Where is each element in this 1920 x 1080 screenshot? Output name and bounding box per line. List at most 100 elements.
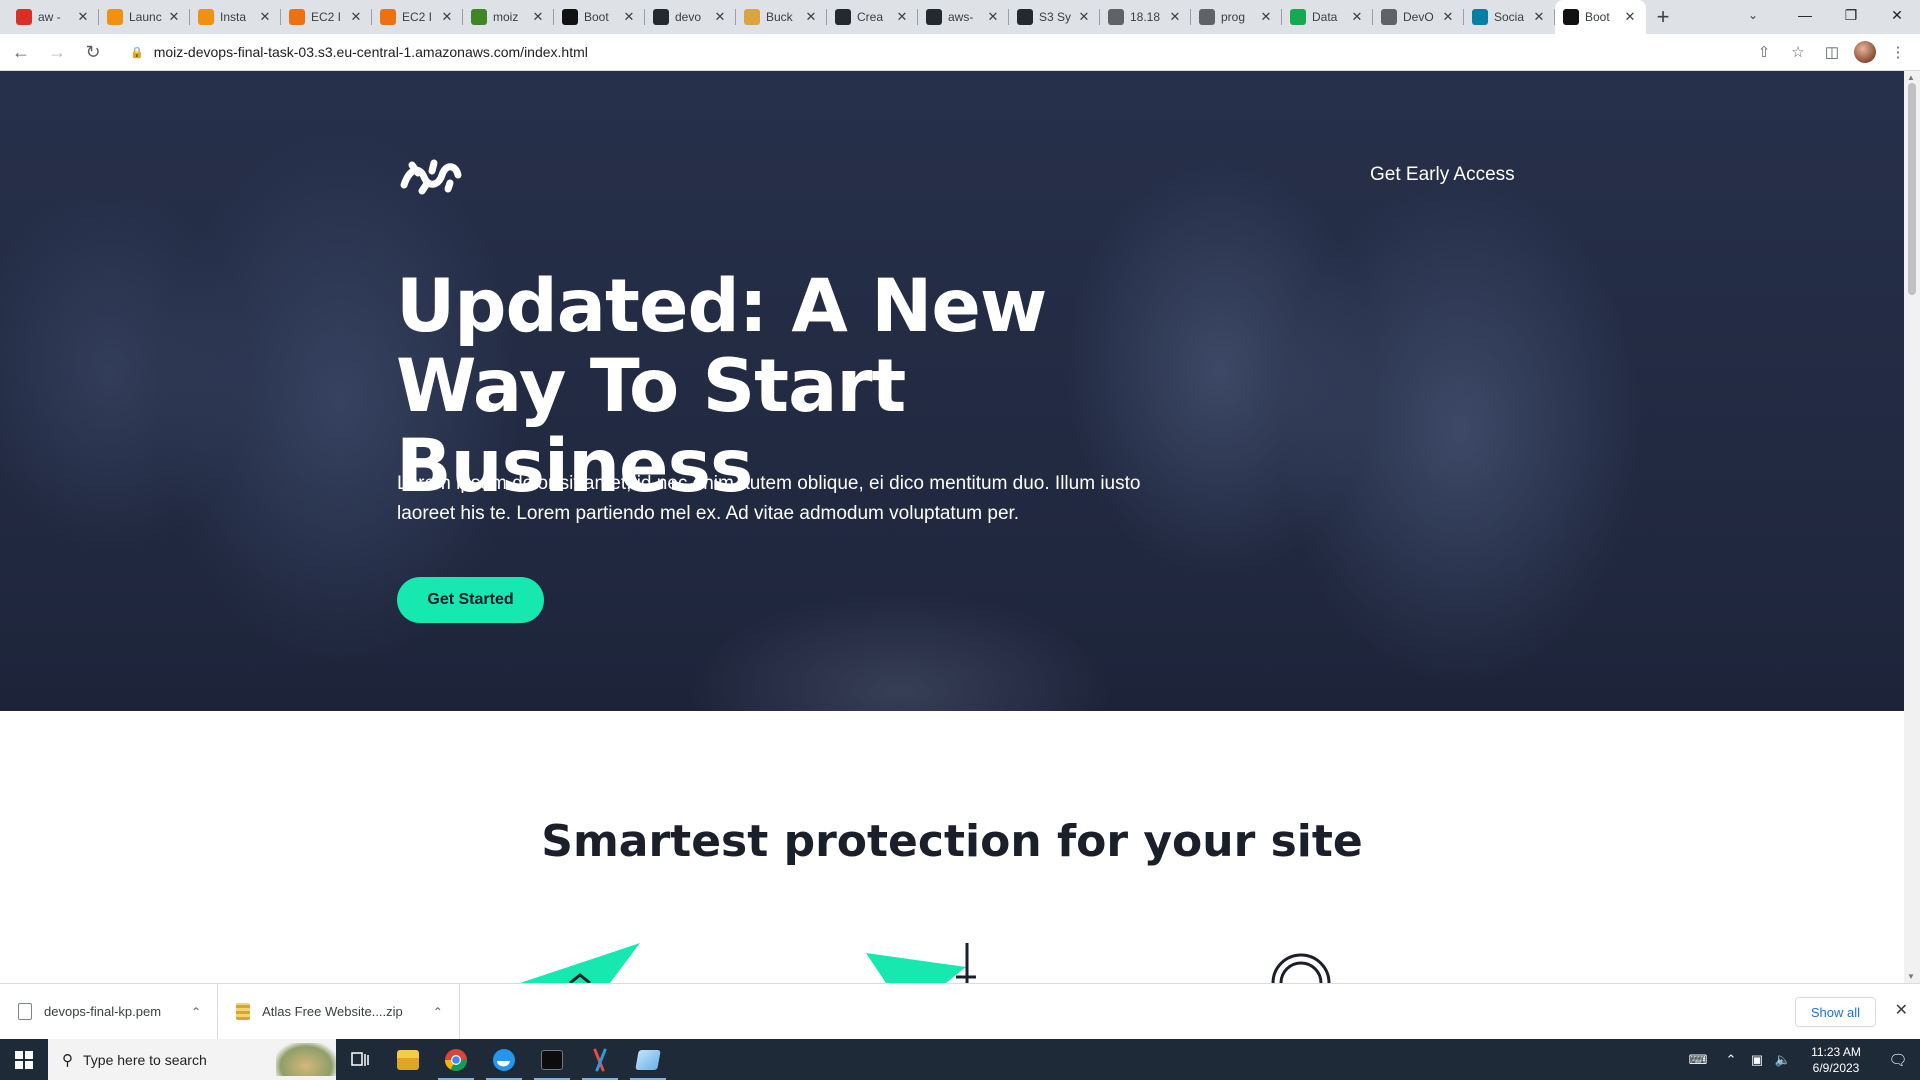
new-tab-button[interactable]: +	[1646, 0, 1680, 34]
close-tab-icon[interactable]: ✕	[257, 9, 273, 25]
close-tab-icon[interactable]: ✕	[1349, 9, 1365, 25]
profile-avatar[interactable]	[1854, 41, 1876, 63]
forward-icon[interactable]: →	[42, 37, 72, 67]
browser-tab[interactable]: EC2 I ✕	[281, 0, 372, 34]
scroll-down-icon[interactable]: ▼	[1907, 972, 1915, 981]
close-tab-icon[interactable]: ✕	[621, 9, 637, 25]
download-filename[interactable]: devops-final-kp.pem	[44, 1004, 161, 1019]
get-early-access-link[interactable]: Get Early Access	[1370, 164, 1515, 186]
browser-tab[interactable]: aws- ✕	[918, 0, 1009, 34]
tray-chevron-up-icon[interactable]: ⌃	[1718, 1052, 1744, 1068]
close-tab-icon[interactable]: ✕	[1167, 9, 1183, 25]
close-tab-icon[interactable]: ✕	[75, 9, 91, 25]
browser-tab[interactable]: aw - ✕	[8, 0, 99, 34]
terminal-icon[interactable]	[528, 1039, 576, 1080]
browser-tab[interactable]: 18.18 ✕	[1100, 0, 1191, 34]
search-highlight-image	[276, 1043, 336, 1076]
close-tab-icon[interactable]: ✕	[985, 9, 1001, 25]
task-view-icon[interactable]	[336, 1039, 384, 1080]
get-started-button[interactable]: Get Started	[397, 577, 544, 623]
notifications-icon[interactable]: 🗨	[1876, 1051, 1920, 1069]
snipping-tool-icon[interactable]	[576, 1039, 624, 1080]
browser-tab[interactable]: prog ✕	[1191, 0, 1282, 34]
browser-tab[interactable]: Insta ✕	[190, 0, 281, 34]
keyboard-icon[interactable]: ⌨	[1678, 1052, 1718, 1068]
network-icon[interactable]: ▣	[1744, 1052, 1770, 1068]
tab-title: Boot	[584, 10, 609, 24]
paper-plane-icon	[520, 943, 640, 983]
brand-logo-icon[interactable]	[398, 155, 464, 197]
close-tab-icon[interactable]: ✕	[1440, 9, 1456, 25]
browser-tab[interactable]: DevO ✕	[1373, 0, 1464, 34]
scrollbar-thumb[interactable]	[1908, 83, 1916, 295]
ec2-icon	[380, 9, 396, 25]
browser-tab[interactable]: S3 Sy ✕	[1009, 0, 1100, 34]
tab-list: aw - ✕ Launc ✕ Insta ✕ EC2 I ✕ EC2 I ✕ moiz ✕ Boot ✕ d…	[0, 0, 1646, 34]
aws-icon	[107, 9, 123, 25]
browser-tab[interactable]: devo ✕	[645, 0, 736, 34]
url-text[interactable]: moiz-devops-final-task-03.s3.eu-central-…	[154, 44, 588, 60]
close-window-icon[interactable]: ✕	[1874, 0, 1920, 30]
close-tab-icon[interactable]: ✕	[712, 9, 728, 25]
github-icon	[926, 9, 942, 25]
window-controls: — ❐ ✕	[1782, 0, 1920, 30]
scroll-up-icon[interactable]: ▲	[1907, 73, 1915, 82]
ec2-icon	[289, 9, 305, 25]
chevron-up-icon[interactable]: ⌃	[191, 1005, 201, 1019]
browser-tab[interactable]: Crea ✕	[827, 0, 918, 34]
tab-title: aw -	[38, 10, 61, 24]
browser-tab[interactable]: Boot ✕	[1555, 0, 1646, 34]
windows-start-icon[interactable]	[0, 1039, 48, 1080]
github-icon	[835, 9, 851, 25]
clock-date: 6/9/2023	[1812, 1060, 1860, 1075]
close-tab-icon[interactable]: ✕	[1531, 9, 1547, 25]
menu-kebab-icon[interactable]: ⋮	[1886, 38, 1910, 66]
globe-icon	[1199, 9, 1215, 25]
lock-icon[interactable]: 🔒	[130, 46, 144, 59]
browser-tab[interactable]: EC2 I ✕	[372, 0, 463, 34]
file-explorer-icon[interactable]	[384, 1039, 432, 1080]
chrome-icon[interactable]	[432, 1039, 480, 1080]
notepad-icon[interactable]	[624, 1039, 672, 1080]
browser-tab[interactable]: Launc ✕	[99, 0, 190, 34]
back-icon[interactable]: ←	[6, 37, 36, 67]
side-panel-icon[interactable]: ◫	[1820, 38, 1844, 66]
close-downloads-icon[interactable]: ✕	[1895, 1000, 1908, 1020]
download-item[interactable]: Atlas Free Website....zip ⌃	[218, 983, 460, 1040]
restore-icon[interactable]: ❐	[1828, 0, 1874, 30]
browser-tab[interactable]: Buck ✕	[736, 0, 827, 34]
browser-tab[interactable]: moiz ✕	[463, 0, 554, 34]
share-icon[interactable]: ⇧	[1752, 38, 1776, 66]
tab-search-icon[interactable]: ⌄	[1736, 0, 1770, 30]
minimize-icon[interactable]: —	[1782, 0, 1828, 30]
show-all-button[interactable]: Show all	[1794, 997, 1876, 1027]
close-tab-icon[interactable]: ✕	[348, 9, 364, 25]
close-tab-icon[interactable]: ✕	[1076, 9, 1092, 25]
chevron-up-icon[interactable]: ⌃	[433, 1005, 443, 1019]
tab-title: Boot	[1585, 10, 1610, 24]
close-tab-icon[interactable]: ✕	[803, 9, 819, 25]
bookmark-star-icon[interactable]: ☆	[1786, 38, 1810, 66]
download-filename[interactable]: Atlas Free Website....zip	[262, 1004, 403, 1019]
vertical-scrollbar[interactable]: ▲ ▼	[1904, 71, 1920, 983]
close-tab-icon[interactable]: ✕	[439, 9, 455, 25]
close-tab-icon[interactable]: ✕	[894, 9, 910, 25]
clock[interactable]: 11:23 AM 6/9/2023	[1796, 1044, 1876, 1076]
taskbar-search-box[interactable]: ⚲ Type here to search	[48, 1039, 336, 1080]
globe-icon	[1381, 9, 1397, 25]
browser-tab[interactable]: Boot ✕	[554, 0, 645, 34]
volume-icon[interactable]: 🔈	[1770, 1052, 1796, 1068]
address-bar[interactable]: 🔒 moiz-devops-final-task-03.s3.eu-centra…	[118, 38, 1758, 66]
download-item[interactable]: devops-final-kp.pem ⌃	[0, 983, 219, 1040]
docker-icon[interactable]	[480, 1039, 528, 1080]
s3-icon	[471, 9, 487, 25]
browser-tab[interactable]: Socia ✕	[1464, 0, 1555, 34]
browser-tab[interactable]: Data ✕	[1282, 0, 1373, 34]
toolbar-actions: ⇧ ☆ ◫ ⋮	[1752, 38, 1910, 66]
close-tab-icon[interactable]: ✕	[1622, 9, 1638, 25]
close-tab-icon[interactable]: ✕	[530, 9, 546, 25]
reload-icon[interactable]: ↻	[78, 37, 108, 67]
close-tab-icon[interactable]: ✕	[166, 9, 182, 25]
hero-lead-text: Lorem ipsum dolor sit amet, id nec enim …	[397, 473, 1141, 524]
close-tab-icon[interactable]: ✕	[1258, 9, 1274, 25]
